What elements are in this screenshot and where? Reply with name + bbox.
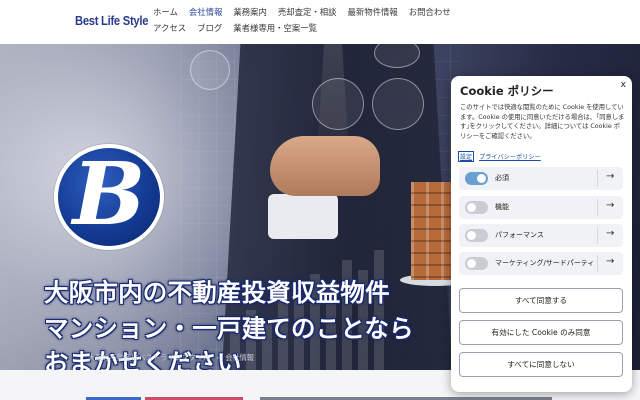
- site-header: Best Life Style ホーム 会社情報 業務案内 売却査定・相談 最新…: [0, 0, 640, 44]
- nav-item-appraisal[interactable]: 売却査定・相談: [278, 5, 337, 19]
- cookie-dialog-title: Cookie ポリシー: [460, 84, 554, 98]
- arrow-right-icon[interactable]: →: [606, 200, 614, 211]
- accept-all-button[interactable]: すべて同意する: [459, 288, 623, 313]
- hero-chart-circle: [312, 78, 364, 130]
- hero-headline-2: マンション・一戸建てのことなら: [44, 314, 414, 343]
- privacy-policy-link[interactable]: プライバシーポリシー: [479, 152, 541, 161]
- cookie-category-label: 必須: [495, 174, 509, 182]
- nav-item-dealers[interactable]: 業者様専用・空案一覧: [233, 21, 317, 35]
- site-logo[interactable]: Best Life Style: [75, 13, 148, 28]
- nav-item-access[interactable]: アクセス: [153, 21, 186, 35]
- nav-item-services[interactable]: 業務案内: [233, 5, 267, 19]
- cookie-category-label: 機能: [495, 203, 509, 211]
- performance-toggle[interactable]: [465, 229, 488, 242]
- close-icon[interactable]: x: [621, 80, 626, 90]
- nav-item-blog[interactable]: ブログ: [197, 21, 222, 35]
- hero-hand: [270, 136, 380, 196]
- cookie-policy-dialog: Cookie ポリシー x このサイトでは快適な閲覧のために Cookie を使…: [451, 76, 632, 392]
- cookie-description: このサイトでは快適な閲覧のために Cookie を使用しています。Cookie …: [460, 104, 625, 140]
- nav-item-contact[interactable]: お問合わせ: [409, 5, 451, 19]
- arrow-right-icon[interactable]: →: [606, 256, 614, 267]
- cookie-category-required[interactable]: 必須 →: [459, 167, 623, 190]
- breadcrumb-separator: ›: [216, 353, 220, 362]
- cookie-category-label: パフォーマンス: [495, 231, 544, 239]
- brand-b-logo: B: [54, 144, 164, 250]
- hero-building-model: [411, 182, 456, 280]
- nav-item-listings[interactable]: 最新物件情報: [348, 5, 398, 19]
- hero-shirt-cuff: [268, 194, 338, 239]
- main-nav: ホーム 会社情報 業務案内 売却査定・相談 最新物件情報 お問合わせ アクセス …: [153, 5, 473, 35]
- nav-item-company[interactable]: 会社情報: [189, 5, 223, 19]
- cookie-category-marketing[interactable]: マーケティング/サードパーティ →: [459, 252, 623, 275]
- cookie-category-functional[interactable]: 機能 →: [459, 196, 623, 219]
- cookie-category-label: マーケティング/サードパーティ: [495, 259, 595, 267]
- marketing-toggle[interactable]: [465, 257, 488, 270]
- hero-chart-circle: [190, 50, 230, 90]
- accept-selected-button[interactable]: 有効にした Cookie のみ同意: [459, 320, 623, 345]
- arrow-right-icon[interactable]: →: [606, 171, 614, 182]
- cookie-settings-link[interactable]: 設定: [458, 151, 475, 162]
- breadcrumb-current: 会社情報: [225, 353, 254, 362]
- functional-toggle[interactable]: [465, 201, 488, 214]
- hero-chart-circle: [372, 78, 424, 130]
- reject-all-button[interactable]: すべてに同意しない: [459, 352, 623, 377]
- hero-headline-1: 大阪市内の不動産投資収益物件: [44, 278, 390, 307]
- cookie-links: 設定 プライバシーポリシー: [458, 151, 541, 162]
- cookie-category-performance[interactable]: パフォーマンス →: [459, 224, 623, 247]
- required-toggle[interactable]: [465, 172, 488, 185]
- arrow-right-icon[interactable]: →: [606, 228, 614, 239]
- breadcrumb: 大阪の不動産はベストライフスタイル › 会社情報: [88, 353, 254, 363]
- nav-item-home[interactable]: ホーム: [153, 5, 178, 19]
- breadcrumb-home[interactable]: 大阪の不動産はベストライフスタイル: [88, 353, 210, 362]
